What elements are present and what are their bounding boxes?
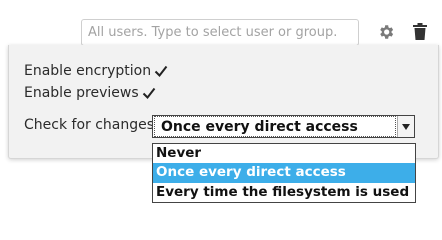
option-once-every-direct-access[interactable]: Once every direct access [153, 163, 415, 183]
checkmark-icon [142, 87, 155, 100]
encryption-checkbox[interactable] [153, 63, 169, 79]
check-changes-option: Check for changes [24, 117, 154, 133]
share-with-input[interactable] [81, 19, 359, 46]
check-changes-selected-value: Once every direct access [154, 116, 396, 137]
encryption-option: Enable encryption [24, 63, 169, 79]
gear-icon[interactable] [376, 22, 396, 42]
checkmark-icon [154, 65, 168, 78]
check-changes-select[interactable]: Once every direct access [152, 115, 415, 138]
option-every-time-filesystem-used[interactable]: Every time the filesystem is used [153, 183, 415, 202]
check-changes-dropdown: Never Once every direct access Every tim… [152, 143, 416, 203]
trash-icon[interactable] [410, 22, 430, 42]
previews-checkbox[interactable] [141, 85, 157, 101]
previews-label: Enable previews [24, 85, 139, 101]
previews-option: Enable previews [24, 85, 157, 101]
chevron-down-icon[interactable] [397, 116, 414, 137]
encryption-label: Enable encryption [24, 63, 152, 79]
option-never[interactable]: Never [153, 144, 415, 163]
storage-options-panel: Enable encryption Enable previews Check … [8, 45, 439, 159]
check-changes-label: Check for changes [24, 117, 155, 133]
